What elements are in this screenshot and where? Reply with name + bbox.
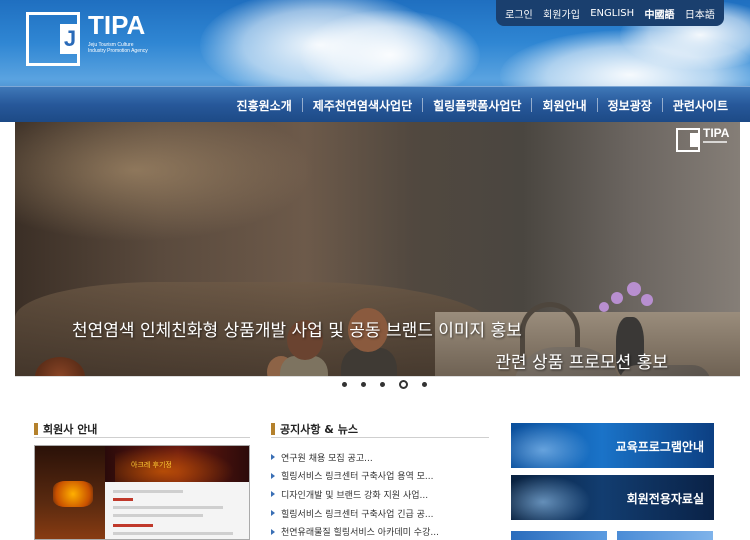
arrow-bullet-icon — [271, 510, 275, 517]
section-marker — [34, 423, 38, 435]
banner-logo-name: TIPA — [703, 126, 730, 140]
notice-list: 연구원 채용 모집 공고... 힐링서비스 링크센터 구축사업 용역 모... … — [271, 448, 493, 540]
japanese-link[interactable]: 日本語 — [685, 6, 715, 21]
nav-item-natural-dye[interactable]: 제주천연염색사업단 — [303, 97, 422, 114]
notice-item-title[interactable]: 힐링서비스 링크센터 구축사업 용역 모... — [281, 469, 434, 482]
flower-image — [599, 302, 609, 312]
arrow-bullet-icon — [271, 454, 275, 461]
flower-image — [641, 294, 653, 306]
slide-dot-5[interactable] — [422, 382, 427, 387]
notice-item[interactable]: 천연유래물질 힐링서비스 아카데미 수강... — [271, 522, 493, 540]
notice-item-title[interactable]: 천연유래물질 힐링서비스 아카데미 수강... — [281, 525, 439, 538]
notice-item-title[interactable]: 디자인개발 및 브랜드 강화 지원 사업... — [281, 488, 428, 501]
utility-nav: 로그인 회원가입 ENGLISH 中國語 日本語 — [496, 0, 724, 26]
member-archive-banner[interactable]: 회원전용자료실 — [511, 475, 714, 520]
thumbnail-text-row — [113, 524, 153, 527]
login-link[interactable]: 로그인 — [505, 6, 533, 21]
doll-image — [341, 348, 397, 376]
fire-glow — [53, 481, 93, 507]
slide-indicators — [335, 380, 434, 389]
arrow-bullet-icon — [271, 528, 275, 535]
nav-item-related-sites[interactable]: 관련사이트 — [663, 97, 738, 114]
notice-section-label: 공지사항 & 뉴스 — [280, 423, 358, 436]
quick-banner-partial[interactable] — [511, 531, 607, 540]
notice-item-title[interactable]: 연구원 채용 모집 공고... — [281, 451, 373, 464]
nav-item-healing-platform[interactable]: 힐링플랫폼사업단 — [423, 97, 531, 114]
logo-name: TIPA — [88, 10, 146, 40]
nav-item-about[interactable]: 진흥원소개 — [227, 97, 302, 114]
flower-image — [611, 292, 623, 304]
notice-item[interactable]: 디자인개발 및 브랜드 강화 지원 사업... — [271, 485, 493, 504]
thumbnail-text-row — [113, 532, 233, 535]
thumbnail-fire-art — [35, 446, 105, 539]
logo-subtitle: Jeju Tourism Culture Industry Promotion … — [88, 42, 148, 54]
banner-art — [511, 475, 591, 520]
member-section-divider — [34, 437, 250, 438]
signup-link[interactable]: 회원가입 — [543, 6, 580, 21]
flower-image — [627, 282, 641, 296]
slide-dot-3[interactable] — [380, 382, 385, 387]
thumbnail-page — [105, 482, 249, 539]
member-archive-label: 회원전용자료실 — [626, 492, 704, 506]
main-nav: 진흥원소개 제주천연염색사업단 힐링플랫폼사업단 회원안내 정보광장 관련사이트 — [0, 86, 750, 122]
banner-headline: 천연염색 인체친화형 상품개발 사업 및 공동 브랜드 이미지 홍보 — [72, 321, 522, 341]
slide-dot-1[interactable] — [342, 382, 347, 387]
member-section-title: 회원사 안내 — [34, 421, 97, 437]
section-marker — [271, 423, 275, 435]
education-program-label: 교육프로그램안내 — [615, 440, 704, 454]
nav-item-info[interactable]: 정보광장 — [598, 97, 662, 114]
thumbnail-text-row — [113, 506, 223, 509]
member-thumbnail[interactable]: 아크레 후기정 — [34, 445, 250, 540]
thumbnail-text-row — [113, 498, 133, 501]
thumbnail-header: 아크레 후기정 — [105, 446, 249, 482]
notice-section-divider — [271, 437, 489, 438]
arrow-bullet-icon — [271, 491, 275, 498]
notice-item[interactable]: 힐링서비스 링크센터 구축사업 용역 모... — [271, 467, 493, 486]
english-link[interactable]: ENGLISH — [590, 8, 634, 19]
banner-background — [15, 122, 315, 242]
logo-letter: J — [60, 24, 80, 54]
arrow-bullet-icon — [271, 472, 275, 479]
education-program-banner[interactable]: 교육프로그램안내 — [511, 423, 714, 468]
notice-item[interactable]: 힐링서비스 링크센터 구축사업 긴급 공... — [271, 504, 493, 523]
banner-divider — [15, 376, 740, 377]
slide-dot-2[interactable] — [361, 382, 366, 387]
chinese-link[interactable]: 中國語 — [645, 6, 675, 21]
notice-section-title: 공지사항 & 뉴스 — [271, 421, 358, 437]
quick-banner-partial[interactable] — [617, 531, 713, 540]
member-section-label: 회원사 안내 — [43, 423, 98, 436]
thumbnail-text-row — [113, 514, 203, 517]
slide-dot-4-active[interactable] — [399, 380, 408, 389]
notice-item-title[interactable]: 힐링서비스 링크센터 구축사업 긴급 공... — [281, 507, 434, 520]
banner-logo-subtitle — [703, 141, 727, 150]
thumbnail-text-row — [113, 490, 183, 493]
site-header: J TIPA Jeju Tourism Culture Industry Pro… — [0, 0, 750, 122]
thumbnail-caption: 아크레 후기정 — [131, 461, 172, 469]
banner-subheadline: 관련 상품 프로모션 홍보 — [495, 353, 668, 373]
notice-item[interactable]: 연구원 채용 모집 공고... — [271, 448, 493, 467]
nav-item-membership[interactable]: 회원안내 — [532, 97, 596, 114]
banner-art — [511, 423, 591, 468]
banner-logo-letter — [690, 133, 699, 147]
hero-banner[interactable]: 천연염색 인체친화형 상품개발 사업 및 공동 브랜드 이미지 홍보 관련 상품… — [15, 122, 740, 376]
